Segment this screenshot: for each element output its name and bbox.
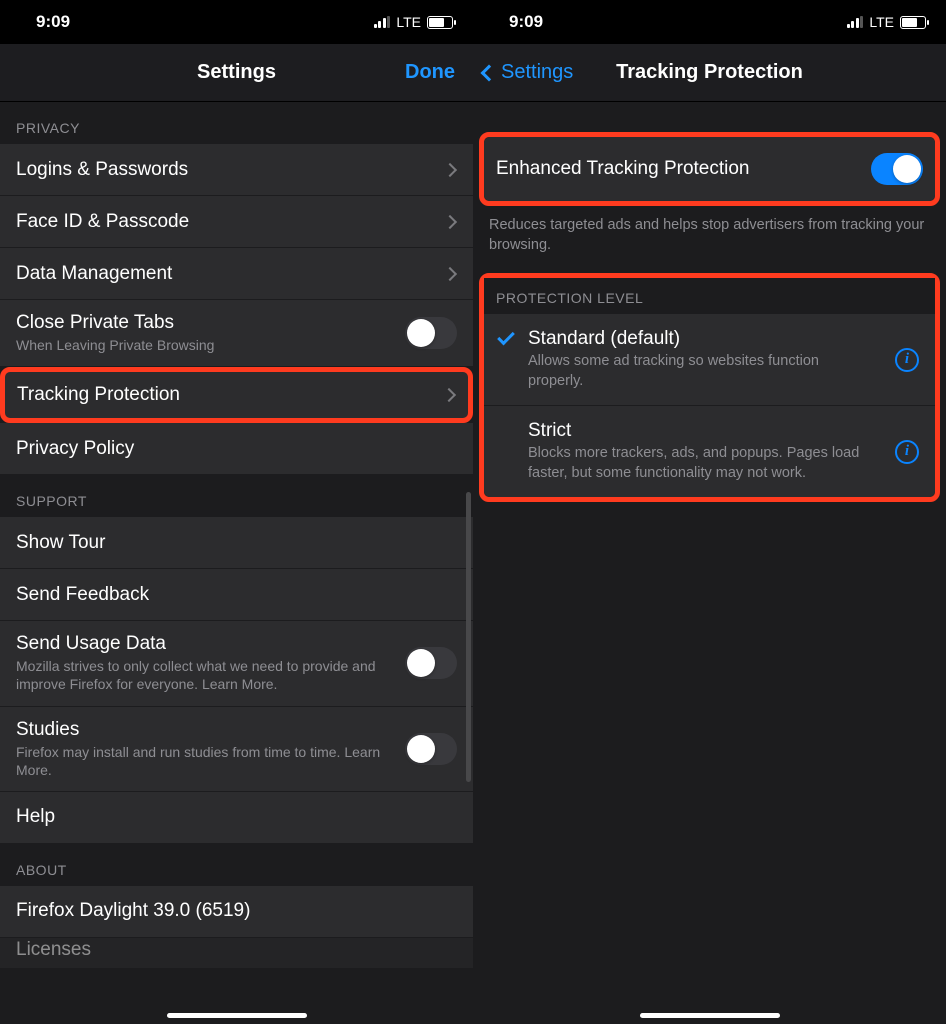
status-bar: 9:09 LTE	[0, 0, 473, 44]
status-right: LTE	[847, 14, 926, 30]
signal-icon	[847, 16, 864, 28]
row-faceid-passcode[interactable]: Face ID & Passcode	[0, 196, 473, 248]
etp-footer: Reduces targeted ads and helps stop adve…	[473, 206, 946, 273]
info-icon[interactable]: i	[895, 440, 919, 464]
carrier-label: LTE	[396, 14, 421, 30]
studies-toggle[interactable]	[405, 733, 457, 765]
checkmark-icon	[497, 328, 515, 346]
row-privacy-policy[interactable]: Privacy Policy	[0, 423, 473, 475]
row-strict[interactable]: Strict Blocks more trackers, ads, and po…	[484, 406, 935, 497]
row-label: Send Feedback	[16, 584, 457, 606]
option-subtitle: Allows some ad tracking so websites func…	[528, 352, 919, 391]
option-subtitle: Blocks more trackers, ads, and popups. P…	[528, 444, 919, 483]
chevron-right-icon	[443, 214, 457, 228]
etp-highlight: Enhanced Tracking Protection	[479, 132, 940, 206]
row-label: Show Tour	[16, 532, 457, 554]
row-send-usage-data[interactable]: Send Usage Data Mozilla strives to only …	[0, 621, 473, 706]
home-indicator[interactable]	[640, 1013, 780, 1018]
settings-screen: 9:09 LTE Settings Done PRIVACY Logins & …	[0, 0, 473, 1024]
status-right: LTE	[374, 14, 453, 30]
section-header-support: SUPPORT	[0, 475, 473, 517]
row-label: Firefox Daylight 39.0 (6519)	[16, 900, 457, 922]
status-bar: 9:09 LTE	[473, 0, 946, 44]
settings-content[interactable]: PRIVACY Logins & Passwords Face ID & Pas…	[0, 102, 473, 1024]
row-label: Privacy Policy	[16, 438, 457, 460]
row-label: Data Management	[16, 263, 445, 285]
row-close-private-tabs[interactable]: Close Private Tabs When Leaving Private …	[0, 300, 473, 367]
row-subtitle: When Leaving Private Browsing	[16, 336, 405, 354]
back-button[interactable]: Settings	[483, 61, 573, 84]
option-title: Strict	[528, 420, 919, 442]
signal-icon	[374, 16, 391, 28]
row-label: Close Private Tabs	[16, 312, 405, 334]
row-label: Licenses	[16, 939, 457, 961]
row-data-management[interactable]: Data Management	[0, 248, 473, 300]
tracking-protection-screen: 9:09 LTE Settings Tracking Protection En…	[473, 0, 946, 1024]
chevron-left-icon	[481, 64, 498, 81]
home-indicator[interactable]	[167, 1013, 307, 1018]
status-time: 9:09	[509, 12, 543, 32]
chevron-right-icon	[443, 266, 457, 280]
carrier-label: LTE	[869, 14, 894, 30]
chevron-right-icon	[443, 162, 457, 176]
row-label: Send Usage Data	[16, 633, 405, 655]
protection-level-highlight: PROTECTION LEVEL Standard (default) Allo…	[479, 273, 940, 502]
option-title: Standard (default)	[528, 328, 919, 350]
battery-icon	[427, 16, 453, 29]
nav-bar: Settings Done	[0, 44, 473, 102]
send-usage-data-toggle[interactable]	[405, 647, 457, 679]
section-header-protection-level: PROTECTION LEVEL	[484, 278, 935, 314]
row-label: Logins & Passwords	[16, 159, 445, 181]
close-private-tabs-toggle[interactable]	[405, 317, 457, 349]
section-header-privacy: PRIVACY	[0, 102, 473, 144]
row-label: Help	[16, 806, 457, 828]
row-help[interactable]: Help	[0, 792, 473, 844]
row-licenses[interactable]: Licenses	[0, 938, 473, 968]
nav-title: Tracking Protection	[616, 61, 803, 84]
row-label: Tracking Protection	[17, 384, 444, 406]
row-send-feedback[interactable]: Send Feedback	[0, 569, 473, 621]
nav-bar: Settings Tracking Protection	[473, 44, 946, 102]
row-subtitle: Mozilla strives to only collect what we …	[16, 657, 405, 693]
chevron-right-icon	[442, 388, 456, 402]
row-label: Studies	[16, 719, 405, 741]
row-tracking-protection[interactable]: Tracking Protection	[0, 367, 473, 423]
row-label: Enhanced Tracking Protection	[496, 158, 871, 180]
scroll-indicator[interactable]	[466, 492, 471, 782]
enhanced-tracking-protection-toggle[interactable]	[871, 153, 923, 185]
row-show-tour[interactable]: Show Tour	[0, 517, 473, 569]
info-icon[interactable]: i	[895, 348, 919, 372]
done-button[interactable]: Done	[405, 61, 455, 84]
section-header-about: ABOUT	[0, 844, 473, 886]
nav-title: Settings	[197, 61, 276, 84]
tracking-content[interactable]: Enhanced Tracking Protection Reduces tar…	[473, 102, 946, 1024]
row-logins-passwords[interactable]: Logins & Passwords	[0, 144, 473, 196]
status-time: 9:09	[36, 12, 70, 32]
row-label: Face ID & Passcode	[16, 211, 445, 233]
row-version[interactable]: Firefox Daylight 39.0 (6519)	[0, 886, 473, 938]
back-label: Settings	[501, 61, 573, 84]
row-subtitle: Firefox may install and run studies from…	[16, 743, 405, 779]
row-enhanced-tracking-protection[interactable]: Enhanced Tracking Protection	[484, 137, 935, 201]
row-standard[interactable]: Standard (default) Allows some ad tracki…	[484, 314, 935, 406]
battery-icon	[900, 16, 926, 29]
row-studies[interactable]: Studies Firefox may install and run stud…	[0, 707, 473, 792]
